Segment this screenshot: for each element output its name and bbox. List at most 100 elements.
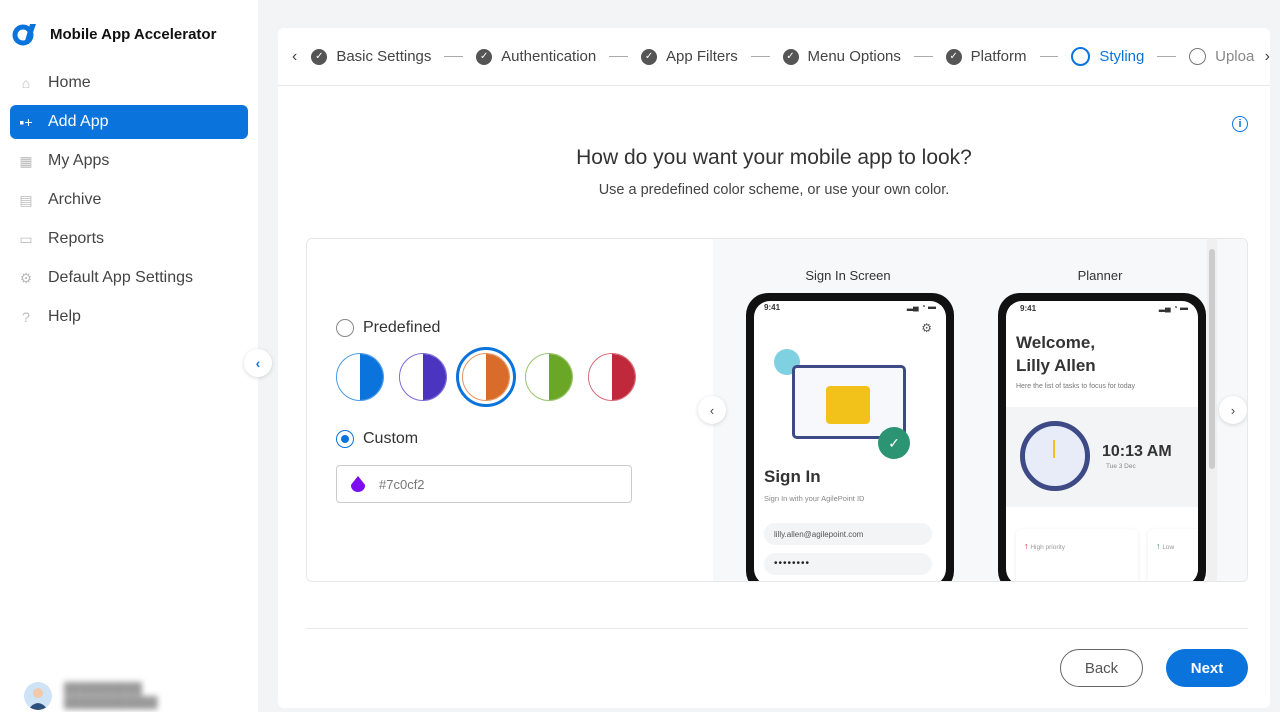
- custom-radio[interactable]: Custom: [336, 430, 418, 448]
- sidebar-item-reports[interactable]: ▭ Reports: [10, 222, 248, 256]
- help-icon: ?: [22, 309, 30, 325]
- preview-scrollbar[interactable]: [1207, 239, 1217, 581]
- swatch-green[interactable]: [525, 353, 573, 401]
- brand: Mobile App Accelerator: [12, 22, 216, 46]
- predefined-label: Predefined: [363, 319, 441, 336]
- preview-next-button[interactable]: ›: [1219, 396, 1247, 424]
- planner-phone-preview: 9:41 ▂▄ ◔ ▬ Welcome, Lilly Allen Here the…: [998, 293, 1206, 581]
- sidebar-item-add-app[interactable]: ▪+ Add App: [10, 105, 248, 139]
- color-drop-icon[interactable]: [351, 476, 365, 492]
- footer-divider: [306, 628, 1248, 629]
- step-app-filters[interactable]: ✓ App Filters: [641, 48, 738, 65]
- apps-grid-icon: ▦: [19, 152, 33, 169]
- signin-phone-preview: 9:41 ▂▄ ◔ ▬ ⚙ ✓ Sign In Sign In with you…: [746, 293, 954, 581]
- reports-icon: ▭: [19, 230, 33, 247]
- swatch-purple[interactable]: [399, 353, 447, 401]
- check-circle-icon: ✓: [878, 427, 910, 459]
- sidebar: Mobile App Accelerator ⌂ Home ▪+ Add App ▦…: [0, 0, 258, 712]
- check-icon: ✓: [782, 48, 799, 65]
- page-title: How do you want your mobile app to look?: [576, 146, 972, 169]
- custom-color-value: #7c0cf2: [379, 476, 425, 492]
- clock-hand: [1053, 440, 1055, 458]
- clock-icon: [1020, 421, 1090, 491]
- sidebar-item-help[interactable]: ? Help: [10, 300, 248, 334]
- step-divider: [609, 56, 629, 57]
- planner-preview-label: Planner: [1077, 268, 1123, 283]
- add-app-icon: ▪+: [19, 114, 33, 130]
- stepper-next-button[interactable]: ›: [1265, 48, 1270, 66]
- sidebar-nav: ⌂ Home ▪+ Add App ▦ My Apps ▤ Archive ▭ Repor…: [10, 66, 248, 339]
- step-authentication[interactable]: ✓ Authentication: [476, 48, 596, 65]
- signin-heading: Sign In: [764, 467, 821, 486]
- step-label: Styling: [1099, 48, 1145, 65]
- sidebar-item-my-apps[interactable]: ▦ My Apps: [10, 144, 248, 178]
- stepper: ‹ ✓ Basic Settings ✓ Authentication ✓ App F…: [278, 28, 1270, 86]
- step-label: App Filters: [666, 48, 738, 65]
- swatch-red[interactable]: [588, 353, 636, 401]
- step-divider: [444, 56, 464, 57]
- color-options: Predefined Custom #7c0cf2: [307, 239, 713, 581]
- next-button[interactable]: Next: [1166, 649, 1248, 687]
- check-icon: ✓: [476, 48, 493, 65]
- gear-icon: ⚙: [921, 321, 932, 335]
- step-label: Uploa: [1215, 48, 1255, 65]
- welcome-line: Welcome,: [1016, 333, 1096, 352]
- user-name-line: Lilly Allen: [1016, 356, 1096, 375]
- pending-step-icon: [1189, 48, 1207, 65]
- step-basic-settings[interactable]: ✓ Basic Settings: [311, 48, 431, 65]
- swatch-orange[interactable]: [456, 347, 516, 407]
- app-title: Mobile App Accelerator: [50, 25, 217, 43]
- sidebar-item-default-app-settings[interactable]: ⚙ Default App Settings: [10, 261, 248, 295]
- status-icons: ▂▄ ◔ ▬: [906, 302, 936, 311]
- step-divider: [1039, 56, 1059, 57]
- radio-button[interactable]: [336, 319, 354, 337]
- check-icon: ✓: [311, 48, 328, 65]
- custom-color-input[interactable]: #7c0cf2: [336, 465, 632, 503]
- color-swatches: [336, 347, 636, 407]
- stepper-prev-button[interactable]: ‹: [292, 48, 297, 66]
- back-button[interactable]: Back: [1060, 649, 1143, 687]
- main-card: ‹ ✓ Basic Settings ✓ Authentication ✓ App F…: [278, 28, 1270, 708]
- chevron-left-icon: ‹: [709, 402, 715, 418]
- step-label: Platform: [970, 48, 1027, 65]
- chat-illustration: [826, 386, 870, 424]
- scrollbar-thumb[interactable]: [1209, 249, 1215, 469]
- check-icon: ✓: [641, 48, 658, 65]
- user-profile[interactable]: ██████████ ████████████: [24, 682, 158, 710]
- status-time: 9:41: [764, 303, 781, 312]
- step-upload[interactable]: Uploa: [1189, 48, 1259, 65]
- swatch-blue[interactable]: [336, 353, 384, 401]
- low-priority-card: ↑ Low: [1148, 529, 1198, 581]
- collapse-sidebar-button[interactable]: ‹: [244, 349, 272, 377]
- step-menu-options[interactable]: ✓ Menu Options: [782, 48, 901, 65]
- step-styling[interactable]: Styling: [1071, 47, 1144, 66]
- step-platform[interactable]: ✓ Platform: [945, 48, 1027, 65]
- home-icon: ⌂: [21, 75, 31, 91]
- custom-label: Custom: [363, 430, 419, 447]
- clock-section: 10:13 AM Tue 3 Dec: [1006, 407, 1198, 507]
- email-field-preview: lilly.allen@agilepoint.com: [764, 523, 932, 545]
- radio-button[interactable]: [336, 430, 354, 448]
- sidebar-item-label: Reports: [48, 230, 105, 247]
- preview-prev-button[interactable]: ‹: [698, 396, 726, 424]
- high-priority-card: ↑ High priority: [1016, 529, 1138, 581]
- step-label: Menu Options: [807, 48, 901, 65]
- step-divider: [913, 56, 933, 57]
- status-icons: ▂▄ ◔ ▬: [1158, 303, 1188, 312]
- welcome-text: Welcome, Lilly Allen: [1016, 331, 1096, 377]
- sidebar-item-label: Default App Settings: [48, 269, 193, 286]
- chevron-right-icon: ›: [1230, 402, 1236, 418]
- user-name-blurred: ██████████ ████████████: [64, 683, 158, 709]
- signin-subtext: Sign In with your AgilePoint ID: [764, 494, 865, 503]
- archive-icon: ▤: [19, 191, 33, 208]
- predefined-radio[interactable]: Predefined: [336, 319, 440, 337]
- planner-screen: 9:41 ▂▄ ◔ ▬ Welcome, Lilly Allen Here the…: [1006, 301, 1198, 581]
- sidebar-item-home[interactable]: ⌂ Home: [10, 66, 248, 100]
- sidebar-item-archive[interactable]: ▤ Archive: [10, 183, 248, 217]
- low-priority-label: Low: [1162, 544, 1175, 551]
- info-icon[interactable]: i: [1232, 116, 1248, 132]
- current-step-icon: [1071, 47, 1091, 66]
- chevron-left-icon: ‹: [255, 355, 261, 371]
- check-icon: ✓: [945, 48, 962, 65]
- planner-subtext: Here the list of tasks to focus for toda…: [1016, 383, 1136, 390]
